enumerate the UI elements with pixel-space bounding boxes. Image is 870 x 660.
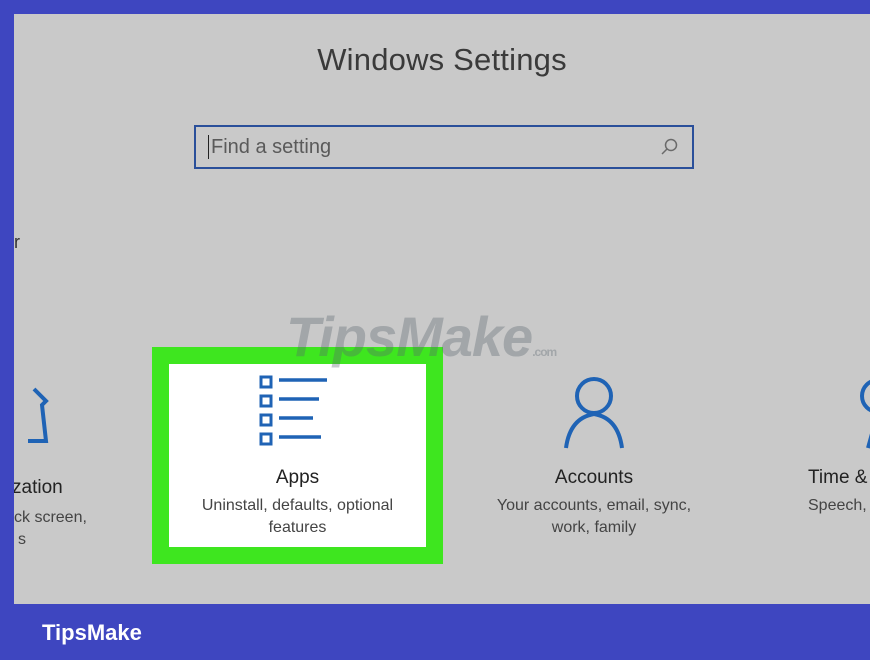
tile-apps-name: Apps bbox=[275, 467, 320, 488]
tile-personalization-name: zation bbox=[14, 477, 63, 498]
tile-time-language[interactable]: Time & Speech, bbox=[794, 372, 870, 552]
search-input[interactable] bbox=[209, 135, 658, 159]
time-language-icon bbox=[860, 379, 870, 449]
watermark: TipsMake.com bbox=[286, 304, 557, 369]
tile-personalization-desc2: s bbox=[18, 531, 26, 548]
tile-accounts[interactable]: Accounts Your accounts, email, sync, wor… bbox=[469, 372, 719, 552]
brand-label: TipsMake bbox=[42, 620, 142, 645]
tile-time-desc: Speech, bbox=[808, 497, 867, 514]
watermark-suffix: .com bbox=[532, 345, 557, 359]
tile-accounts-desc2: work, family bbox=[551, 519, 637, 536]
person-icon bbox=[564, 377, 624, 449]
tile-apps-desc: Uninstall, defaults, optional bbox=[201, 497, 394, 514]
tile-time-name: Time & bbox=[808, 467, 868, 488]
settings-window: Windows Settings r zation ck screen, s bbox=[14, 14, 870, 604]
watermark-text: TipsMake bbox=[286, 305, 533, 368]
search-icon[interactable] bbox=[658, 136, 680, 158]
tile-accounts-name: Accounts bbox=[554, 467, 634, 488]
edge-stray-text: r bbox=[14, 232, 20, 252]
page-title: Windows Settings bbox=[317, 42, 567, 77]
tile-personalization-desc: ck screen, bbox=[14, 509, 87, 526]
tile-apps[interactable]: Apps Uninstall, defaults, optional featu… bbox=[169, 364, 426, 547]
apps-list-icon bbox=[259, 375, 327, 446]
tile-apps-desc2: features bbox=[268, 519, 327, 536]
tile-accounts-desc: Your accounts, email, sync, bbox=[496, 497, 692, 514]
search-box[interactable] bbox=[194, 125, 694, 169]
personalization-icon bbox=[28, 387, 49, 443]
